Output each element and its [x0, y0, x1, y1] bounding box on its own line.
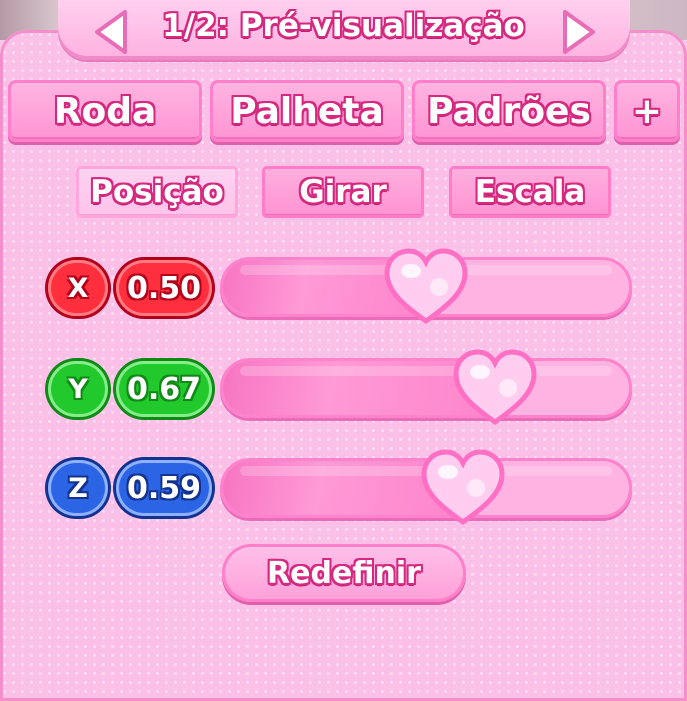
- tab-more-button[interactable]: +: [614, 80, 680, 142]
- z-axis-badge: Z: [48, 460, 108, 516]
- prev-arrow-button[interactable]: [88, 6, 134, 58]
- tab-palheta[interactable]: Palheta: [210, 80, 404, 142]
- z-axis-label: Z: [68, 472, 88, 504]
- x-value: 0.50: [116, 260, 212, 316]
- heart-thumb-icon[interactable]: [452, 348, 538, 428]
- arrow-left-icon: [95, 10, 127, 54]
- tab-roda[interactable]: Roda: [8, 80, 202, 142]
- subtab-escala[interactable]: Escala: [449, 166, 611, 218]
- y-axis-label: Y: [68, 373, 88, 405]
- x-axis-badge: X: [48, 260, 108, 316]
- arrow-right-icon: [563, 10, 595, 54]
- heart-thumb-icon[interactable]: [420, 448, 506, 528]
- y-axis-badge: Y: [48, 361, 108, 417]
- z-value: 0.59: [116, 460, 212, 516]
- heart-thumb-icon[interactable]: [383, 247, 469, 327]
- y-value: 0.67: [116, 361, 212, 417]
- subtab-posicao[interactable]: Posição: [76, 166, 238, 218]
- y-slider[interactable]: [220, 349, 632, 426]
- subtab-girar[interactable]: Girar: [262, 166, 424, 218]
- reset-button[interactable]: Redefinir: [222, 544, 466, 602]
- x-slider[interactable]: [220, 248, 632, 325]
- x-axis-label: X: [67, 272, 89, 304]
- next-arrow-button[interactable]: [556, 6, 602, 58]
- z-slider[interactable]: [220, 449, 632, 526]
- tab-padroes[interactable]: Padrões: [412, 80, 606, 142]
